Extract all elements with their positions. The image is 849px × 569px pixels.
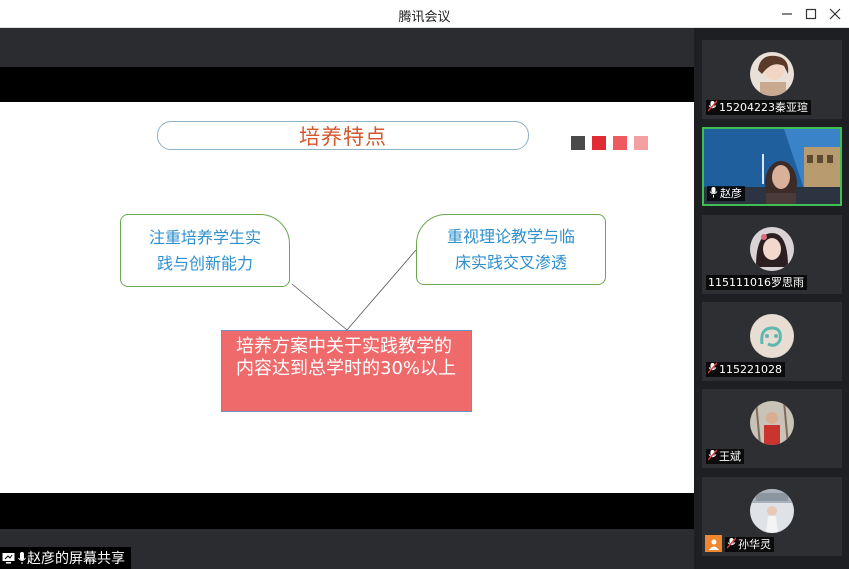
- participant-name-tag: 赵彦: [707, 186, 745, 201]
- title-bar: 腾讯会议: [0, 0, 849, 28]
- avatar: [750, 227, 794, 271]
- camera-off-person-icon: [705, 535, 722, 552]
- point-left-line2: 践与创新能力: [156, 253, 253, 273]
- screen-share-area[interactable]: 培养特点 注重培养学生实 践与创新能力 重视理论教学与临 床实践交叉渗透 培养方…: [0, 28, 694, 569]
- window-title: 腾讯会议: [398, 10, 451, 25]
- participant-name: 15204223秦亚瑄: [719, 101, 808, 114]
- mic-icon: [709, 186, 718, 202]
- avatar: [750, 489, 794, 533]
- participant-name: 115111016罗思雨: [708, 276, 804, 289]
- participant-name: 孙华灵: [738, 538, 771, 551]
- mic-muted-icon: [707, 362, 718, 378]
- avatar: [750, 314, 794, 358]
- screen-share-label: 赵彦的屏幕共享: [0, 547, 131, 569]
- avatar: [750, 401, 794, 445]
- participant-tile[interactable]: 王斌: [702, 389, 842, 468]
- meeting-window: 腾讯会议 培养特点 注重培养学生实 践与创新能力 重视理论教学与临 床实践交叉渗…: [0, 0, 849, 569]
- maximize-icon[interactable]: [801, 4, 821, 24]
- connector-lines: [291, 249, 417, 331]
- share-label-text: 赵彦的屏幕共享: [27, 551, 125, 567]
- point-left-line1: 注重培养学生实: [148, 227, 261, 247]
- mic-icon: [17, 551, 27, 565]
- close-icon[interactable]: [825, 4, 845, 24]
- participant-tile[interactable]: 15204223秦亚瑄: [702, 40, 842, 119]
- mic-muted-icon: [707, 100, 718, 116]
- point-right-line2: 床实践交叉渗透: [454, 252, 567, 272]
- participant-name-tag: 115111016罗思雨: [706, 275, 807, 290]
- avatar: [750, 52, 794, 96]
- participant-tile[interactable]: 115221028: [702, 302, 842, 381]
- point-box-right: 重视理论教学与临 床实践交叉渗透: [416, 214, 606, 285]
- presentation-slide: 培养特点 注重培养学生实 践与创新能力 重视理论教学与临 床实践交叉渗透 培养方…: [0, 102, 694, 493]
- participant-name-tag: 15204223秦亚瑄: [706, 100, 811, 115]
- point-box-left: 注重培养学生实 践与创新能力: [120, 214, 290, 287]
- mic-muted-icon: [707, 449, 718, 465]
- participant-name-tag: 115221028: [706, 362, 785, 377]
- letterbox-top: [0, 67, 694, 102]
- screen-share-icon: [2, 552, 15, 564]
- minimize-icon[interactable]: [777, 4, 797, 24]
- participant-name-tag: 孙华灵: [725, 537, 774, 552]
- participant-tile[interactable]: 孙华灵: [702, 477, 842, 556]
- point-right-line1: 重视理论教学与临: [446, 226, 575, 246]
- participant-list: 15204223秦亚瑄 赵彦 115111016罗思雨 115221028 王斌…: [694, 28, 849, 569]
- letterbox-bottom: [0, 493, 694, 529]
- participant-tile-active[interactable]: 赵彦: [702, 127, 842, 206]
- participant-name: 赵彦: [720, 187, 742, 200]
- participant-tile[interactable]: 115111016罗思雨: [702, 215, 842, 294]
- participant-name: 王斌: [719, 450, 741, 463]
- mic-muted-icon: [726, 537, 737, 553]
- participant-name: 115221028: [719, 363, 782, 376]
- participant-name-tag: 王斌: [706, 449, 744, 464]
- point-box-center: 培养方案中关于实践教学的内容达到总学时的30%以上: [221, 330, 472, 412]
